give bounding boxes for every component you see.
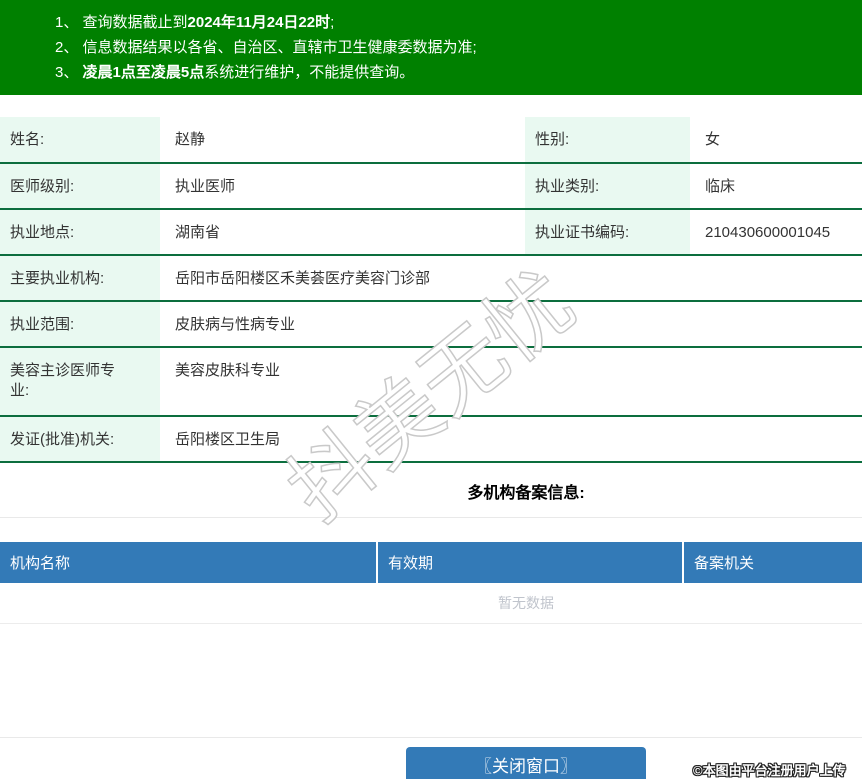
notice-line-1: 1、 查询数据截止到2024年11月24日22时; xyxy=(55,10,862,35)
table-row: 执业范围: 皮肤病与性病专业 xyxy=(0,301,862,348)
notice-bold-text: 2024年11月24日22时 xyxy=(187,14,331,31)
field-label-gender: 性别: xyxy=(525,117,690,164)
table-row: 姓名: 赵静 性别: 女 xyxy=(0,117,862,164)
field-label-practice-place: 执业地点: xyxy=(0,209,160,256)
notice-text: 2、 信息数据结果以各省、自治区、直辖市卫生健康委数据为准; xyxy=(55,39,477,56)
empty-data-placeholder: 暂无数据 xyxy=(0,583,862,624)
notice-text: 1、 查询数据截止到 xyxy=(55,14,188,31)
notice-line-3: 3、 凌晨1点至凌晨5点系统进行维护，不能提供查询。 xyxy=(55,60,862,85)
upload-stamp-text: ©本图由平台注册用户上传 xyxy=(693,763,846,778)
notice-banner: 1、 查询数据截止到2024年11月24日22时; 2、 信息数据结果以各省、自… xyxy=(0,0,862,95)
field-value-issuing-authority: 岳阳楼区卫生局 xyxy=(160,416,862,463)
table-row: 发证(批准)机关: 岳阳楼区卫生局 xyxy=(0,416,862,463)
notice-text: 系统进行维护，不能提供查询。 xyxy=(204,64,415,81)
column-header-institution-name: 机构名称 xyxy=(0,542,378,583)
field-label-name: 姓名: xyxy=(0,117,160,164)
field-value-name: 赵静 xyxy=(160,117,525,164)
field-label-main-institution: 主要执业机构: xyxy=(0,255,160,302)
query-result-page: 1、 查询数据截止到2024年11月24日22时; 2、 信息数据结果以各省、自… xyxy=(0,0,862,779)
column-header-validity-period: 有效期 xyxy=(378,542,684,583)
records-table-header: 机构名称 有效期 备案机关 xyxy=(0,542,862,583)
field-value-doctor-level: 执业医师 xyxy=(160,163,525,210)
field-label-cosmetic-specialty: 美容主诊医师专业: xyxy=(0,347,160,417)
field-label-practice-scope: 执业范围: xyxy=(0,301,160,348)
multi-institution-section-title: 多机构备案信息: xyxy=(467,485,585,502)
field-value-practice-scope: 皮肤病与性病专业 xyxy=(160,301,862,348)
field-label-certificate-no: 执业证书编码: xyxy=(525,209,690,256)
divider xyxy=(0,737,862,738)
table-row: 医师级别: 执业医师 执业类别: 临床 xyxy=(0,163,862,210)
field-value-main-institution: 岳阳市岳阳楼区禾美荟医疗美容门诊部 xyxy=(160,255,862,302)
divider xyxy=(0,517,862,518)
field-label-doctor-level: 医师级别: xyxy=(0,163,160,210)
field-value-cosmetic-specialty: 美容皮肤科专业 xyxy=(160,347,862,417)
field-value-gender: 女 xyxy=(690,117,862,164)
field-value-practice-category: 临床 xyxy=(690,163,862,210)
close-window-button[interactable]: 〖关闭窗口〗 xyxy=(406,747,646,779)
column-header-record-authority: 备案机关 xyxy=(694,555,755,572)
table-row: 执业地点: 湖南省 执业证书编码: 210430600001045 xyxy=(0,209,862,256)
notice-text: ; xyxy=(330,14,335,31)
table-row: 美容主诊医师专业: 美容皮肤科专业 xyxy=(0,347,862,417)
field-value-practice-place: 湖南省 xyxy=(160,209,525,256)
field-value-certificate-no: 210430600001045 xyxy=(690,209,862,256)
doctor-info-table: 姓名: 赵静 性别: 女 医师级别: 执业医师 执业类别: 临床 执业地点: 湖… xyxy=(0,117,862,463)
notice-bold-text: 凌晨1点至凌晨5点 xyxy=(82,64,205,81)
notice-line-2: 2、 信息数据结果以各省、自治区、直辖市卫生健康委数据为准; xyxy=(55,35,862,60)
table-row: 主要执业机构: 岳阳市岳阳楼区禾美荟医疗美容门诊部 xyxy=(0,255,862,302)
notice-text: 3、 xyxy=(55,64,83,81)
field-label-issuing-authority: 发证(批准)机关: xyxy=(0,416,160,463)
field-label-practice-category: 执业类别: xyxy=(525,163,690,210)
